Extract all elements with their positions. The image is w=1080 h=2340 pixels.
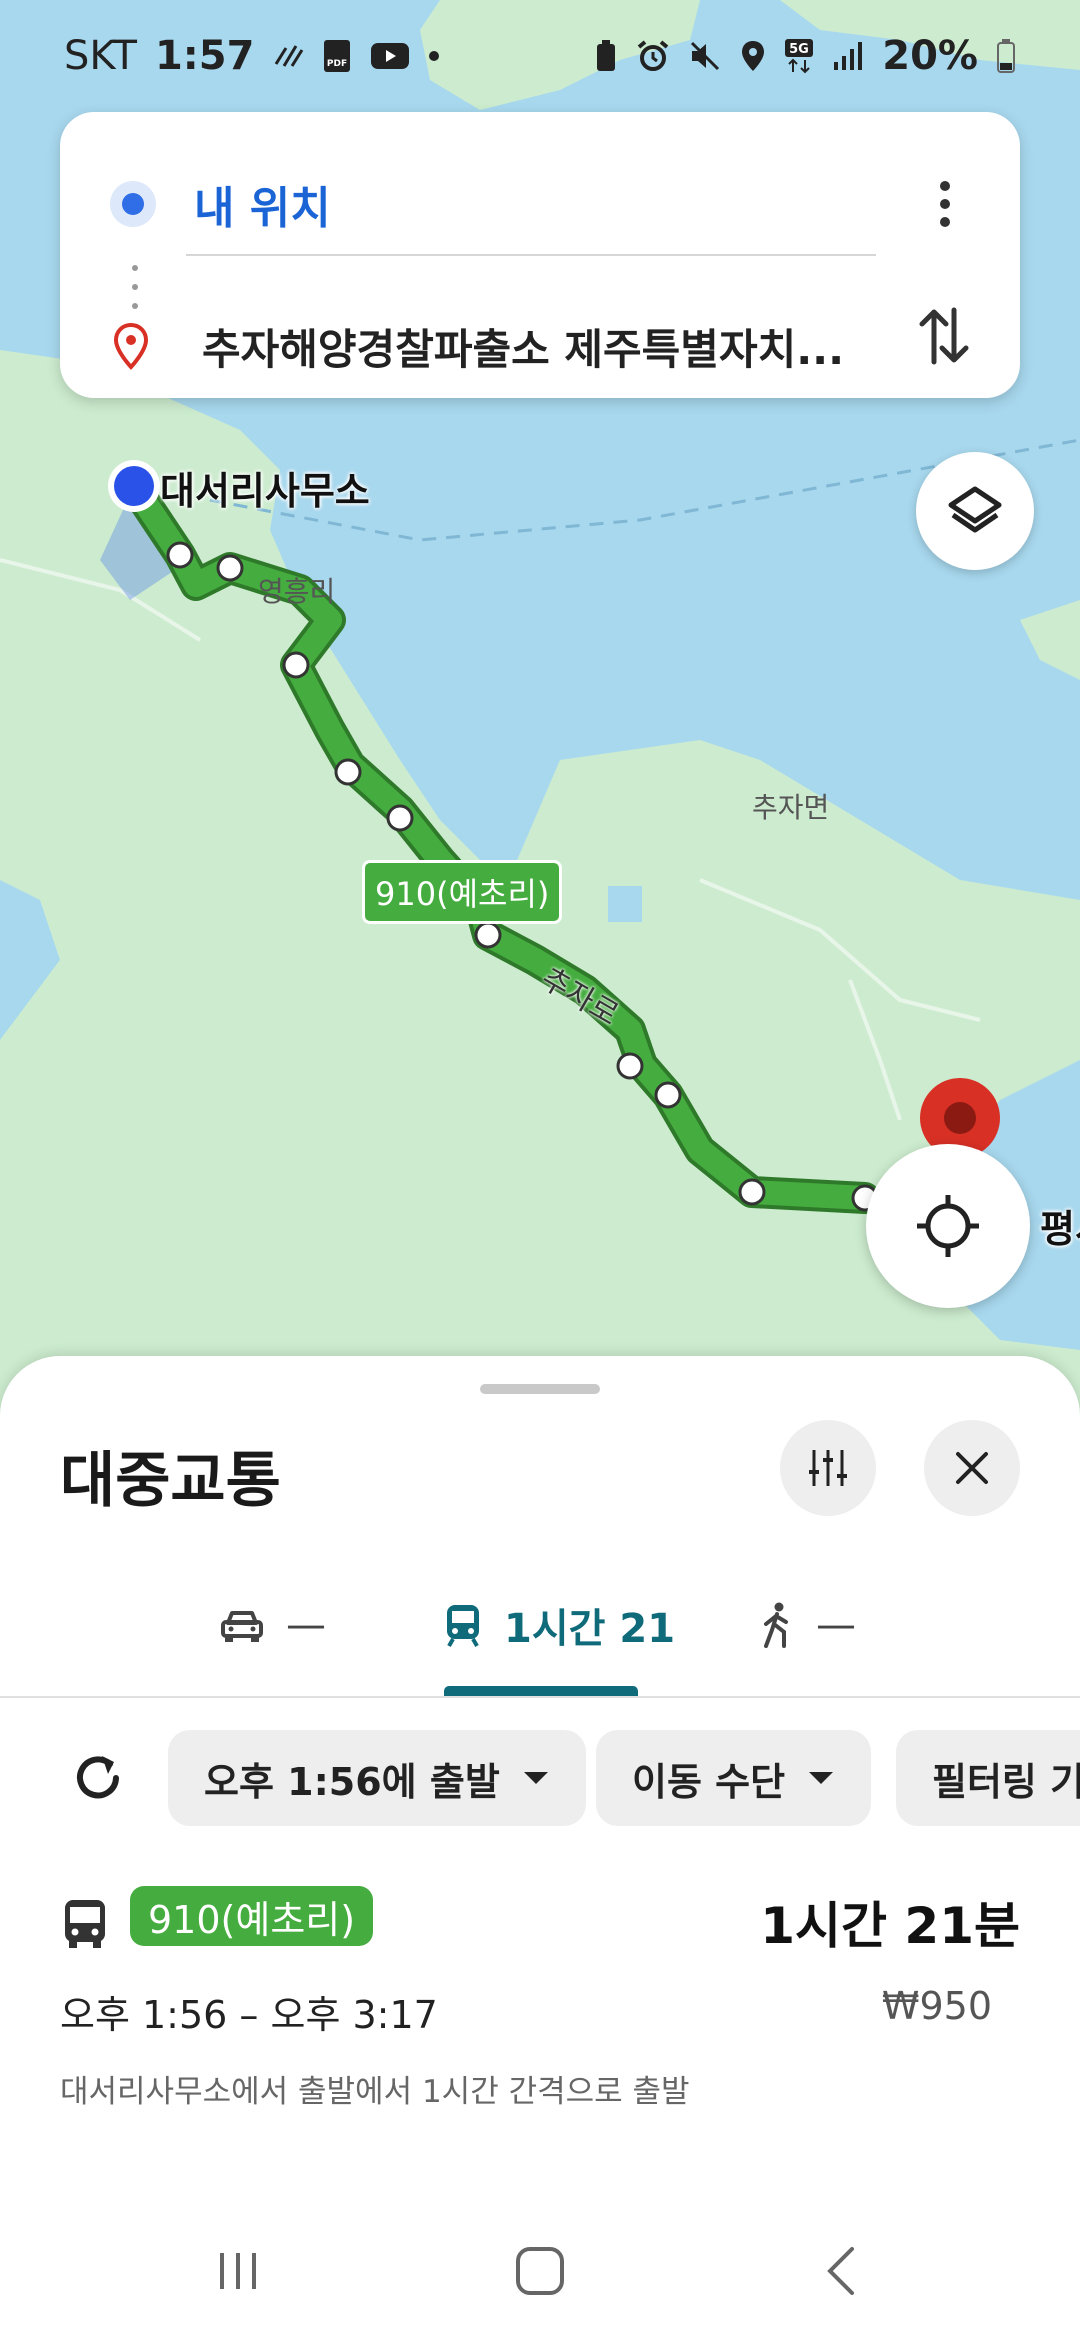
location-icon xyxy=(740,39,766,73)
close-button[interactable] xyxy=(924,1420,1020,1516)
close-icon xyxy=(956,1452,988,1484)
back-icon xyxy=(827,2247,854,2295)
destination-pin-icon xyxy=(112,322,150,370)
filter-chip-label: 필터링 기 xyxy=(932,1759,1080,1804)
origin-dot-icon xyxy=(110,181,156,227)
youtube-icon xyxy=(370,41,410,71)
transport-mode-label: 이동 수단 xyxy=(632,1759,786,1804)
refresh-icon xyxy=(77,1756,119,1799)
trip-duration: 1시간 21분 xyxy=(760,1897,1020,1955)
origin-text: 내 위치 xyxy=(194,183,331,234)
home-icon xyxy=(516,2247,564,2295)
route-tag-label[interactable]: 910(예초리) xyxy=(362,860,563,924)
swap-button[interactable] xyxy=(902,288,986,384)
origin-field[interactable]: 내 위치 xyxy=(110,156,331,252)
directions-sheet: 대중교통 — 1시간 21 — 오후 1:56에 출발 이동 수단 필터링 기 … xyxy=(0,1356,1080,2340)
system-nav-bar xyxy=(0,2200,1080,2340)
tab-driving[interactable]: — xyxy=(220,1556,326,1694)
layers-icon xyxy=(948,486,1002,533)
home-button[interactable] xyxy=(490,2236,590,2306)
more-vert-icon xyxy=(940,181,950,227)
mute-icon xyxy=(688,39,722,73)
svg-text:5G: 5G xyxy=(789,42,809,57)
tab-walking-label: — xyxy=(816,1602,856,1648)
recents-icon xyxy=(220,2253,256,2289)
my-location-button[interactable] xyxy=(866,1144,1030,1308)
swap-vert-icon xyxy=(919,307,969,365)
sheet-drag-handle[interactable] xyxy=(480,1384,600,1394)
bus-icon xyxy=(65,1900,105,1948)
clock-label: 1:57 xyxy=(154,33,255,79)
route-result-item[interactable]: 910(예초리) 1시간 21분 오후 1:56 – 오후 3:17 ₩950 … xyxy=(0,1886,1080,2146)
carrier-label: SKT xyxy=(64,33,137,79)
travel-mode-tabs: — 1시간 21 — xyxy=(0,1556,1080,1698)
departure-frequency: 대서리사무소에서 출발에서 1시간 간격으로 출발 xyxy=(60,2074,690,2110)
tab-driving-label: — xyxy=(286,1602,326,1648)
tab-transit[interactable]: 1시간 21 xyxy=(444,1556,675,1694)
recent-apps-button[interactable] xyxy=(188,2236,288,2306)
refresh-button[interactable] xyxy=(60,1740,136,1816)
car-icon xyxy=(221,1611,263,1642)
dropdown-arrow-icon xyxy=(809,1772,834,1784)
battery-icon xyxy=(996,38,1016,74)
tab-transit-label: 1시간 21 xyxy=(504,1606,676,1652)
pdf-icon: PDF xyxy=(322,38,352,74)
map-layers-button[interactable] xyxy=(916,452,1034,570)
5g-icon: 5G xyxy=(784,38,814,74)
status-bar: SKT 1:57 PDF 5G 20% xyxy=(0,0,1080,112)
departure-time-chip[interactable]: 오후 1:56에 출발 xyxy=(168,1730,586,1826)
route-search-card: 내 위치 추자해양경찰파출소 제주특별자치... xyxy=(60,112,1020,398)
place-label-yeongheung: 영흥리 xyxy=(258,575,336,608)
more-options-button[interactable] xyxy=(910,156,980,252)
filter-chip[interactable]: 필터링 기 xyxy=(896,1730,1080,1826)
transit-icon xyxy=(447,1605,479,1647)
destination-field[interactable]: 추자해양경찰파출소 제주특별자치... xyxy=(112,298,844,394)
svg-text:PDF: PDF xyxy=(327,59,347,69)
back-button[interactable] xyxy=(792,2236,892,2306)
signal-icon xyxy=(832,40,864,72)
battery-saver-icon xyxy=(594,39,618,73)
origin-pin-label: 대서리사무소 xyxy=(160,469,370,513)
filter-chips-row: 오후 1:56에 출발 이동 수단 필터링 기 xyxy=(0,1730,1080,1826)
sheet-title: 대중교통 xyxy=(60,1446,281,1516)
trip-fare: ₩950 xyxy=(881,1984,992,2028)
field-divider xyxy=(186,254,876,256)
departure-time-label: 오후 1:56에 출발 xyxy=(204,1759,500,1804)
options-button[interactable] xyxy=(780,1420,876,1516)
route-badge: 910(예초리) xyxy=(130,1886,374,1946)
battery-percent-label: 20% xyxy=(882,33,978,79)
active-tab-indicator xyxy=(444,1686,638,1696)
dot-icon xyxy=(428,50,440,62)
place-label-chuja-myeon: 추자면 xyxy=(752,791,830,824)
data-stripes-icon xyxy=(272,40,304,72)
destination-pin-label: 평시 xyxy=(1040,1207,1080,1251)
alarm-icon xyxy=(636,39,670,73)
tab-walking[interactable]: — xyxy=(760,1556,856,1694)
dropdown-arrow-icon xyxy=(523,1772,548,1784)
destination-text: 추자해양경찰파출소 제주특별자치... xyxy=(202,324,845,374)
walk-icon xyxy=(764,1602,788,1648)
transport-mode-chip[interactable]: 이동 수단 xyxy=(596,1730,872,1826)
tune-icon xyxy=(809,1450,847,1486)
trip-time-range: 오후 1:56 – 오후 3:17 xyxy=(60,1993,438,2037)
crosshair-icon xyxy=(917,1195,979,1257)
